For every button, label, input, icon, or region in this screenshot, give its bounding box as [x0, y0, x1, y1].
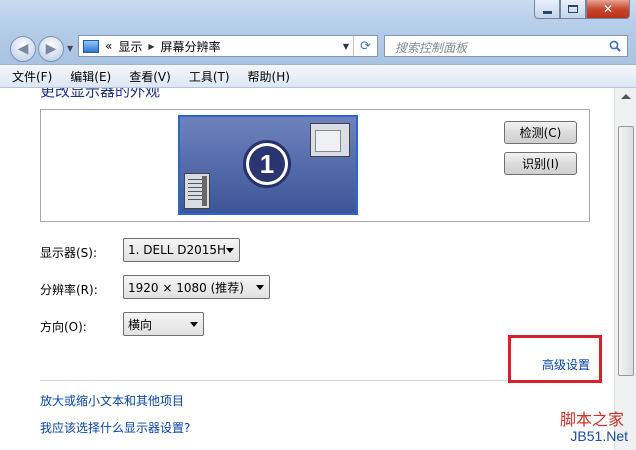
menu-bar: 文件(F) 编辑(E) 查看(V) 工具(T) 帮助(H): [0, 64, 636, 88]
display-select[interactable]: 1. DELL D2015H: [123, 238, 240, 262]
chevron-down-icon: [226, 248, 234, 253]
resolution-label: 分辨率(R):: [40, 283, 98, 297]
recent-pages-dropdown[interactable]: ▼: [67, 44, 73, 53]
orientation-label: 方向(O):: [40, 320, 87, 334]
address-dropdown-icon[interactable]: ▼: [343, 42, 349, 51]
resolution-select[interactable]: 1920 × 1080 (推荐): [123, 275, 270, 299]
menu-view[interactable]: 查看(V): [129, 68, 171, 85]
display-settings-help-link[interactable]: 我应该选择什么显示器设置?: [40, 419, 190, 436]
search-icon[interactable]: [609, 40, 621, 52]
forward-button[interactable]: ▶: [38, 36, 64, 62]
minimize-button[interactable]: [534, 0, 560, 19]
site-watermark: 脚本之家 JB51.Net: [518, 406, 628, 448]
forward-arrow-icon: ▶: [45, 41, 57, 57]
address-bar[interactable]: « 显示 ▶ 屏幕分辨率 ▼ ⟳: [78, 35, 378, 57]
chevron-down-icon: [190, 322, 198, 327]
scroll-up-icon[interactable]: [621, 94, 631, 99]
back-arrow-icon: ◀: [17, 41, 29, 57]
content-area: 更改显示器的外观 1 检测(C) 识别(I) 显示器(S): 1. DELL D…: [0, 88, 614, 450]
window-controls: ✕: [534, 0, 630, 20]
scroll-thumb[interactable]: [618, 126, 634, 376]
monitor-1-thumbnail[interactable]: 1: [178, 115, 358, 215]
annotation-highlight-box: [508, 335, 602, 383]
menu-file[interactable]: 文件(F): [12, 68, 52, 85]
monitor-number: 1: [249, 146, 285, 182]
display-label: 显示器(S):: [40, 246, 98, 260]
orientation-select[interactable]: 横向: [123, 312, 204, 336]
watermark-text-top: 脚本之家: [559, 410, 624, 429]
maximize-button[interactable]: [560, 0, 586, 19]
breadcrumb-screen-resolution[interactable]: 屏幕分辨率: [161, 38, 221, 55]
resolution-select-value: 1920 × 1080 (推荐): [128, 280, 244, 295]
watermark-text-bottom: JB51.Net: [570, 428, 628, 444]
menu-edit[interactable]: 编辑(E): [70, 68, 111, 85]
minimize-icon: [542, 10, 552, 14]
detect-button[interactable]: 检测(C): [504, 121, 577, 144]
breadcrumb-display[interactable]: 显示: [118, 38, 142, 55]
back-button[interactable]: ◀: [10, 36, 36, 62]
vertical-scrollbar[interactable]: [614, 88, 636, 450]
monitor-preview-panel: 1 检测(C) 识别(I): [40, 109, 590, 222]
refresh-button[interactable]: ⟳: [353, 36, 377, 56]
menu-help[interactable]: 帮助(H): [248, 68, 290, 85]
page-title: 更改显示器的外观: [40, 88, 161, 100]
mini-window-icon: [310, 123, 350, 157]
close-button[interactable]: ✕: [586, 0, 630, 19]
monitor-number-badge: 1: [243, 140, 291, 188]
close-icon: ✕: [602, 2, 614, 16]
chevron-down-icon: [256, 285, 264, 290]
search-placeholder: 搜索控制面板: [395, 41, 468, 55]
refresh-icon: ⟳: [360, 38, 371, 54]
text-size-link[interactable]: 放大或缩小文本和其他项目: [40, 392, 184, 409]
menu-tools[interactable]: 工具(T): [189, 68, 230, 85]
maximize-icon: [568, 5, 578, 13]
breadcrumb-separator-icon[interactable]: ▶: [148, 42, 154, 51]
control-panel-icon: [83, 39, 99, 53]
orientation-select-value: 横向: [128, 317, 153, 332]
mini-document-icon: [184, 173, 210, 209]
identify-button[interactable]: 识别(I): [504, 152, 577, 175]
address-overflow[interactable]: «: [105, 39, 112, 53]
window-titlebar: ✕ ◀ ▶ ▼ « 显示 ▶ 屏幕分辨率 ▼ ⟳ 搜索控制面板: [0, 0, 636, 64]
search-input[interactable]: 搜索控制面板: [384, 35, 628, 57]
display-select-value: 1. DELL D2015H: [128, 243, 227, 257]
